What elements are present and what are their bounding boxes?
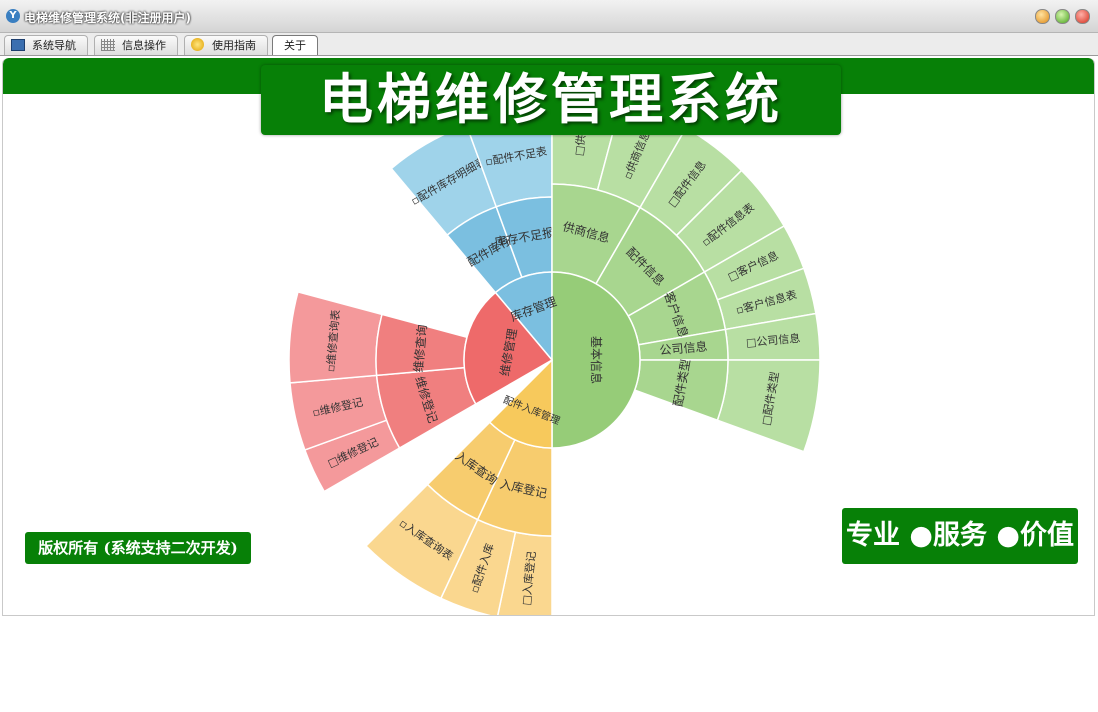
window-title: 电梯维修管理系统(非注册用户) [24,11,191,25]
sunburst-category-label: 基本信息 [589,336,604,384]
tab-label: 信息操作 [122,39,166,52]
copyright-text: 版权所有 (系统支持二次开发) [38,539,238,557]
monitor-icon [11,39,25,51]
tab-label: 系统导航 [32,39,76,52]
title-bar: Y 电梯维修管理系统(非注册用户) [0,0,1098,33]
minimize-button[interactable] [1035,9,1050,24]
tab-info-operations[interactable]: 信息操作 [94,35,178,55]
guide-icon [191,38,204,51]
page-title: 电梯维修管理系统 [319,68,783,131]
grid-icon [101,39,115,51]
tab-label: 关于 [284,39,306,52]
title-banner: 电梯维修管理系统 [261,65,841,135]
slogan-text: 专业 ●服务 ●价值 [846,520,1074,551]
tab-about[interactable]: 关于 [272,35,318,55]
app-logo-icon: Y [6,9,20,23]
about-panel: ▫配件库存明细表 配件库存 ▫配件不足表 库存不足报警 □供商 ▫供商信息 供商信息 □配件信… [2,58,1095,616]
tab-label: 使用指南 [212,39,256,52]
close-button[interactable] [1075,9,1090,24]
tab-user-guide[interactable]: 使用指南 [184,35,268,55]
tab-system-nav[interactable]: 系统导航 [4,35,88,55]
tab-bar: 系统导航 信息操作 使用指南 关于 [0,33,1098,56]
slogan-badge: 专业 ●服务 ●价值 [842,508,1078,564]
maximize-button[interactable] [1055,9,1070,24]
copyright-badge: 版权所有 (系统支持二次开发) [25,532,251,564]
